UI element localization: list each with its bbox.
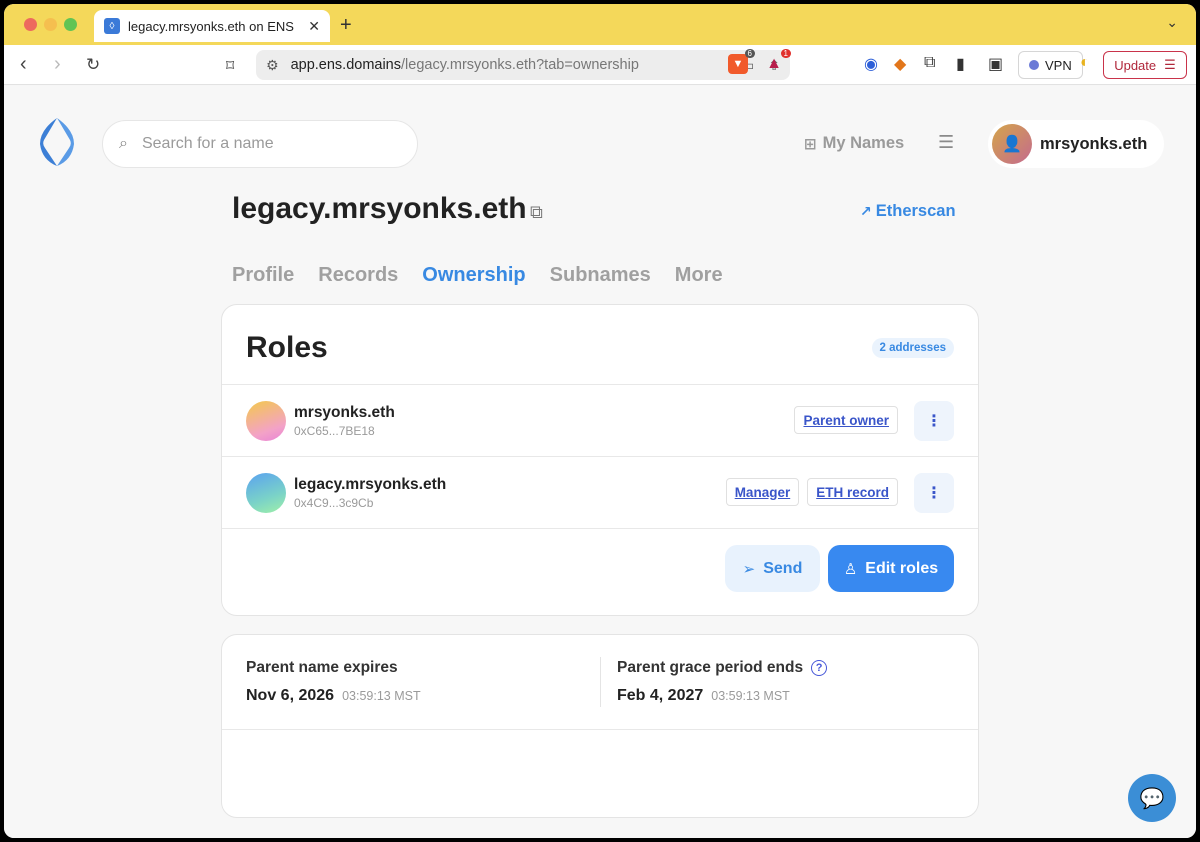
tab-list-chevron-icon[interactable]: ⌄ [1166,14,1178,31]
new-tab-button[interactable]: + [340,14,352,37]
my-names-link[interactable]: ⊞ My Names [804,134,904,153]
parent-expiry-date: Nov 6, 2026 03:59:13 MST [246,687,421,704]
close-window-button[interactable] [24,18,37,31]
role-name[interactable]: legacy.mrsyonks.eth [294,476,446,494]
tab-subnames[interactable]: Subnames [550,264,651,287]
menu-icon[interactable]: ☰ [938,132,954,153]
leo-ai-icon[interactable]: ◐ [1080,54,1090,72]
grace-period: Parent grace period ends? Feb 4, 2027 03:… [617,659,828,705]
search-input[interactable] [141,135,392,153]
role-row: legacy.mrsyonks.eth 0x4C9...3c9Cb Manage… [222,457,978,529]
external-link-icon: ↗ [860,203,872,219]
role-tag-manager[interactable]: Manager [725,478,800,506]
chat-icon[interactable]: 💬 [1128,774,1176,822]
expiry-card: Parent name expires Nov 6, 2026 03:59:13 … [221,634,979,818]
name-tabs: Profile Records Ownership Subnames More [232,264,747,287]
role-tag-eth-record[interactable]: ETH record [807,478,898,506]
page-title: legacy.mrsyonks.eth [232,192,527,225]
minimize-window-button[interactable] [44,18,57,31]
menu-icon: ☰ [1164,57,1176,72]
name-search[interactable]: ⌕ [102,120,418,168]
tab-close-icon[interactable]: ✕ [308,18,320,35]
send-button[interactable]: ➢ Send [725,545,820,592]
ens-logo-icon[interactable] [34,116,80,168]
browser-tab[interactable]: ◊ legacy.mrsyonks.eth on ENS ✕ [94,10,330,42]
brave-shields-icon[interactable]: ▼ 6 [728,49,755,74]
extensions-puzzle-icon[interactable]: ⧉ [924,54,935,72]
wallet-icon[interactable]: ▣ [988,54,1003,74]
browser-window: ◊ legacy.mrsyonks.eth on ENS ✕ + ⌄ ‹ › ↻… [4,4,1196,838]
role-tags: Parent owner [786,406,898,434]
address-count-badge: 2 addresses [871,338,954,358]
tab-ownership[interactable]: Ownership [422,264,525,287]
site-settings-icon[interactable]: ⚙ [266,57,279,74]
tab-more[interactable]: More [675,264,723,287]
grace-period-date: Feb 4, 2027 03:59:13 MST [617,687,790,704]
reload-icon[interactable]: ↻ [86,55,100,75]
more-vertical-icon[interactable]: ⋮ [914,401,954,441]
roles-title: Roles [246,331,328,364]
tab-records[interactable]: Records [318,264,398,287]
role-tags: Manager ETH record [718,478,898,506]
back-icon[interactable]: ‹ [20,53,27,76]
maximize-window-button[interactable] [64,18,77,31]
tab-profile[interactable]: Profile [232,264,294,287]
address-bar[interactable]: ⚙ app.ens.domains/legacy.mrsyonks.eth?ta… [256,50,790,80]
grace-period-label: Parent grace period ends? [617,659,828,677]
parent-expiry: Parent name expires Nov 6, 2026 03:59:13 … [246,659,421,705]
user-icon: 👤 [992,124,1032,164]
browser-toolbar: ‹ › ↻ ⌑ ⚙ app.ens.domains/legacy.mrsyonk… [4,45,1196,85]
vpn-status-icon [1029,60,1039,70]
ens-favicon-icon: ◊ [104,18,120,34]
forward-icon[interactable]: › [54,53,61,76]
vpn-button[interactable]: VPN [1018,51,1083,79]
role-address: 0x4C9...3c9Cb [294,496,374,510]
role-address: 0xC65...7BE18 [294,424,375,438]
divider [600,657,601,707]
user-icon: ♙ [843,560,858,578]
ens-page: ⌕ ⊞ My Names ☰ 👤 mrsyonks.eth legacy.mrs… [4,86,1196,838]
profile-name: mrsyonks.eth [1040,134,1148,153]
role-name[interactable]: mrsyonks.eth [294,404,395,422]
avatar [246,473,286,513]
tab-bar: ◊ legacy.mrsyonks.eth on ENS ✕ + ⌄ [4,4,1196,45]
sidebar-icon[interactable]: ▮ [956,54,965,74]
role-tag-parent-owner[interactable]: Parent owner [794,406,898,434]
update-button[interactable]: Update ☰ [1103,51,1187,79]
brave-rewards-icon[interactable]: ▲ 1 [764,49,791,74]
divider [222,729,978,730]
role-actions: ➢ Send ♙ Edit roles [725,545,954,592]
avatar [246,401,286,441]
extension-icon[interactable]: ◉ [864,54,878,74]
help-icon[interactable]: ? [811,660,828,676]
url-text[interactable]: app.ens.domains/legacy.mrsyonks.eth?tab=… [291,57,727,73]
parent-expiry-label: Parent name expires [246,659,398,676]
bookmark-icon[interactable]: ⌑ [226,56,234,76]
copy-icon[interactable]: ⧉ [530,202,543,223]
tab-title: legacy.mrsyonks.eth on ENS [128,18,294,34]
role-row: mrsyonks.eth 0xC65...7BE18 Parent owner … [222,385,978,457]
send-icon: ➢ [742,560,756,578]
profile-button[interactable]: 👤 mrsyonks.eth [988,120,1164,168]
grid-icon: ⊞ [804,135,817,153]
metamask-icon[interactable]: ◆ [894,54,906,74]
edit-roles-button[interactable]: ♙ Edit roles [828,545,954,592]
search-icon: ⌕ [119,135,128,152]
etherscan-link[interactable]: ↗ Etherscan [860,202,956,221]
more-vertical-icon[interactable]: ⋮ [914,473,954,513]
roles-card: Roles 2 addresses mrsyonks.eth 0xC65...7… [221,304,979,616]
roles-header: Roles 2 addresses [222,305,978,385]
